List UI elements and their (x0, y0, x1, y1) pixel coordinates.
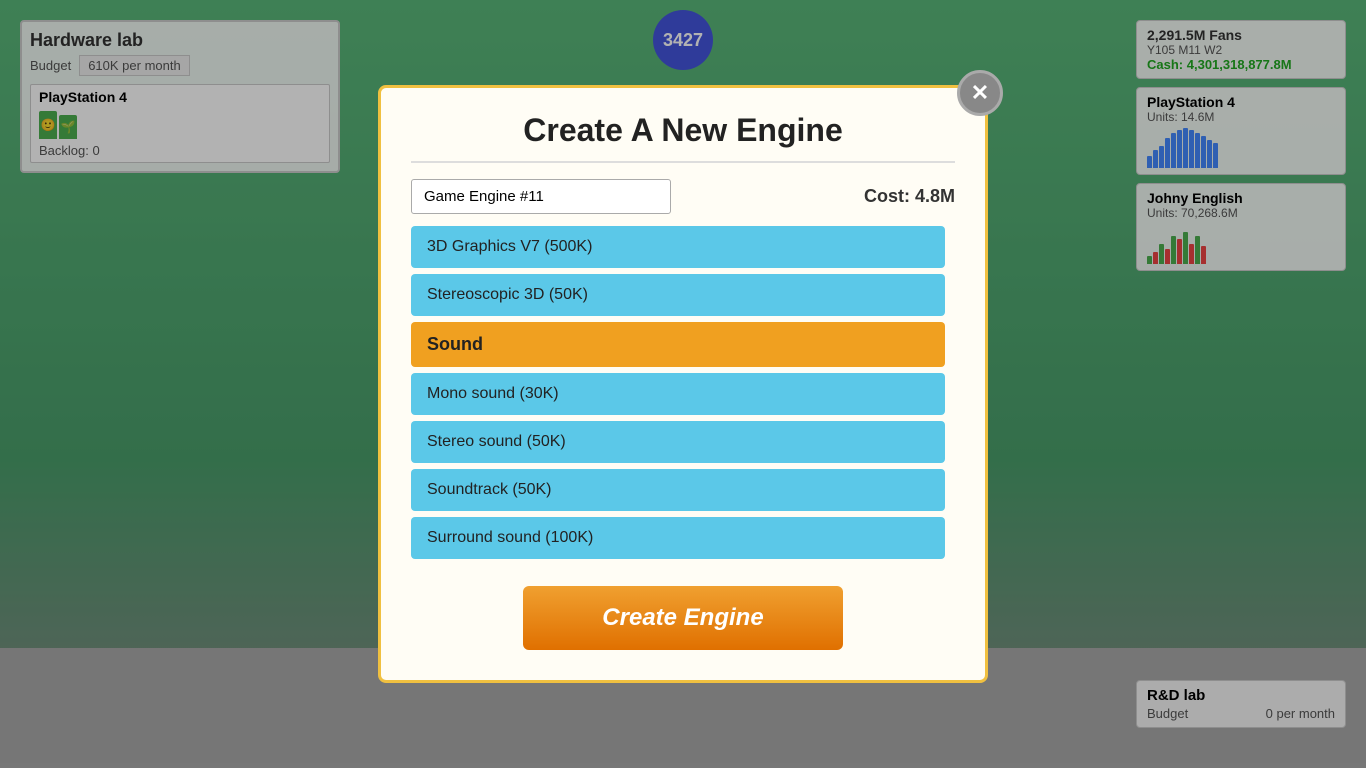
feature-item-5[interactable]: Soundtrack (50K) (411, 469, 945, 511)
feature-item-1[interactable]: Stereoscopic 3D (50K) (411, 274, 945, 316)
modal-close-button[interactable]: ✕ (957, 70, 1003, 116)
feature-category-2: Sound (411, 322, 945, 367)
features-container[interactable]: 3D Graphics V7 (500K) Stereoscopic 3D (50… (411, 226, 955, 566)
modal-name-row: Cost: 4.8M (411, 179, 955, 214)
modal-cost-label: Cost: 4.8M (864, 186, 955, 207)
feature-item-0[interactable]: 3D Graphics V7 (500K) (411, 226, 945, 268)
feature-item-4[interactable]: Stereo sound (50K) (411, 421, 945, 463)
features-list: 3D Graphics V7 (500K) Stereoscopic 3D (50… (411, 226, 955, 559)
feature-item-6[interactable]: Surround sound (100K) (411, 517, 945, 559)
feature-item-3[interactable]: Mono sound (30K) (411, 373, 945, 415)
create-engine-modal: ✕ Create A New Engine Cost: 4.8M 3D Grap… (378, 85, 988, 683)
modal-title: Create A New Engine (411, 112, 955, 163)
engine-name-input[interactable] (411, 179, 671, 214)
create-engine-button[interactable]: Create Engine (523, 586, 843, 650)
